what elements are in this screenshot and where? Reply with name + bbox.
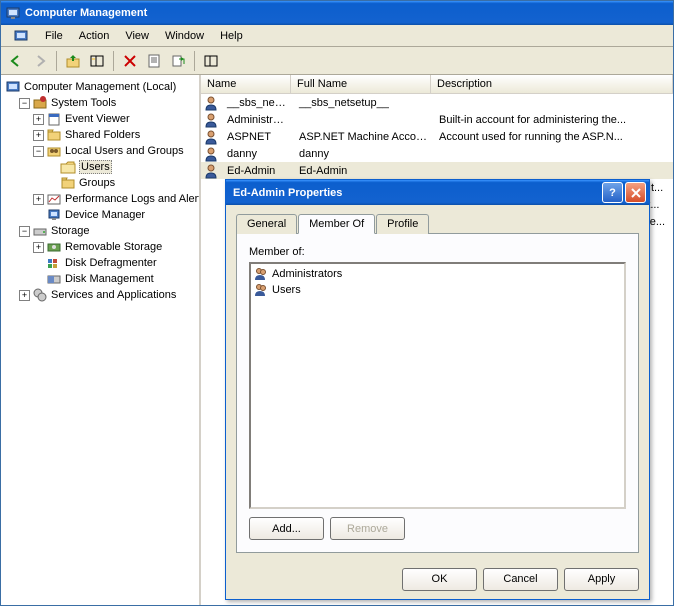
tree-services-applications[interactable]: +Services and Applications: [5, 287, 199, 303]
menu-help[interactable]: Help: [212, 28, 251, 44]
cell-fullname: ASP.NET Machine Account: [293, 131, 433, 143]
cell-name: Ed-Admin: [221, 165, 293, 177]
remove-button: Remove: [330, 517, 405, 540]
cell-name: ASPNET: [221, 131, 293, 143]
cell-fullname: Ed-Admin: [293, 165, 433, 177]
tab-profile[interactable]: Profile: [376, 214, 429, 234]
apply-button[interactable]: Apply: [564, 568, 639, 591]
up-button[interactable]: [62, 50, 84, 72]
column-description[interactable]: Description: [431, 75, 673, 93]
expand-icon[interactable]: +: [33, 194, 44, 205]
member-item[interactable]: Users: [253, 282, 622, 298]
tabstrip: General Member Of Profile: [236, 214, 639, 234]
tab-panel: Member of: Administrators Users Add... R…: [236, 233, 639, 553]
window-title: Computer Management: [25, 7, 147, 19]
menu-view[interactable]: View: [117, 28, 157, 44]
dialog-footer: OK Cancel Apply: [226, 559, 649, 599]
cell-fullname: __sbs_netsetup__: [293, 97, 433, 109]
tree-users[interactable]: Users: [5, 159, 199, 175]
ok-button[interactable]: OK: [402, 568, 477, 591]
tree-local-users-groups[interactable]: −Local Users and Groups: [5, 143, 199, 159]
tree-disk-defragmenter[interactable]: Disk Defragmenter: [5, 255, 199, 271]
expand-icon[interactable]: +: [33, 130, 44, 141]
collapse-icon[interactable]: −: [33, 146, 44, 157]
member-name: Users: [272, 284, 301, 296]
tab-general[interactable]: General: [236, 214, 297, 234]
user-icon: [203, 163, 219, 179]
member-name: Administrators: [272, 268, 342, 280]
properties-button[interactable]: [143, 50, 165, 72]
group-icon: [253, 282, 269, 298]
separator: [194, 51, 195, 71]
list-row[interactable]: danny danny: [201, 145, 673, 162]
menu-action[interactable]: Action: [71, 28, 118, 44]
user-icon: [203, 95, 219, 111]
tree-groups[interactable]: Groups: [5, 175, 199, 191]
tree-device-manager[interactable]: Device Manager: [5, 207, 199, 223]
help-button[interactable]: ?: [602, 182, 623, 203]
member-of-label: Member of:: [249, 246, 626, 258]
dialog-title: Ed-Admin Properties: [229, 187, 342, 199]
tree-performance-logs[interactable]: +Performance Logs and Alerts: [5, 191, 199, 207]
app-menu-icon[interactable]: [5, 26, 37, 46]
cell-name: Administrator: [221, 114, 293, 126]
dialog-titlebar: Ed-Admin Properties ?: [226, 180, 649, 205]
close-button[interactable]: [625, 182, 646, 203]
refresh-button[interactable]: [200, 50, 222, 72]
member-item[interactable]: Administrators: [253, 266, 622, 282]
tree-shared-folders[interactable]: +Shared Folders: [5, 127, 199, 143]
toolbar: [1, 47, 673, 75]
user-icon: [203, 129, 219, 145]
collapse-icon[interactable]: −: [19, 226, 30, 237]
add-button[interactable]: Add...: [249, 517, 324, 540]
expand-icon[interactable]: +: [19, 290, 30, 301]
list-row[interactable]: ASPNET ASP.NET Machine Account Account u…: [201, 128, 673, 145]
tree-system-tools[interactable]: −System Tools: [5, 95, 199, 111]
user-icon: [203, 112, 219, 128]
tree-disk-management[interactable]: Disk Management: [5, 271, 199, 287]
cell-name: __sbs_netse...: [221, 97, 293, 109]
show-hide-button[interactable]: [86, 50, 108, 72]
member-list[interactable]: Administrators Users: [249, 262, 626, 509]
cell-name: danny: [221, 148, 293, 160]
list-header: Name Full Name Description: [201, 75, 673, 94]
titlebar: Computer Management: [1, 1, 673, 25]
tree-pane[interactable]: Computer Management (Local) −System Tool…: [1, 75, 201, 605]
tree-storage[interactable]: −Storage: [5, 223, 199, 239]
column-fullname[interactable]: Full Name: [291, 75, 431, 93]
list-row[interactable]: Ed-Admin Ed-Admin: [201, 162, 673, 179]
expand-icon[interactable]: +: [33, 242, 44, 253]
list-row[interactable]: Administrator Built-in account for admin…: [201, 111, 673, 128]
app-icon: [5, 5, 21, 21]
cell-description: Account used for running the ASP.N...: [433, 131, 673, 143]
cancel-button[interactable]: Cancel: [483, 568, 558, 591]
user-icon: [203, 146, 219, 162]
properties-dialog: Ed-Admin Properties ? General Member Of …: [225, 179, 650, 600]
group-icon: [253, 266, 269, 282]
cell-fullname: danny: [293, 148, 433, 160]
tree-event-viewer[interactable]: +Event Viewer: [5, 111, 199, 127]
collapse-icon[interactable]: −: [19, 98, 30, 109]
menu-window[interactable]: Window: [157, 28, 212, 44]
cell-description: Built-in account for administering the..…: [433, 114, 673, 126]
forward-button[interactable]: [29, 50, 51, 72]
separator: [56, 51, 57, 71]
tree-removable-storage[interactable]: +Removable Storage: [5, 239, 199, 255]
dialog-body: General Member Of Profile Member of: Adm…: [226, 205, 649, 559]
menubar: File Action View Window Help: [1, 25, 673, 47]
menu-file[interactable]: File: [37, 28, 71, 44]
export-button[interactable]: [167, 50, 189, 72]
tree-root[interactable]: Computer Management (Local): [5, 79, 199, 95]
back-button[interactable]: [5, 50, 27, 72]
tab-member-of[interactable]: Member Of: [298, 214, 375, 234]
separator: [113, 51, 114, 71]
delete-button[interactable]: [119, 50, 141, 72]
list-row[interactable]: __sbs_netse... __sbs_netsetup__: [201, 94, 673, 111]
column-name[interactable]: Name: [201, 75, 291, 93]
expand-icon[interactable]: +: [33, 114, 44, 125]
